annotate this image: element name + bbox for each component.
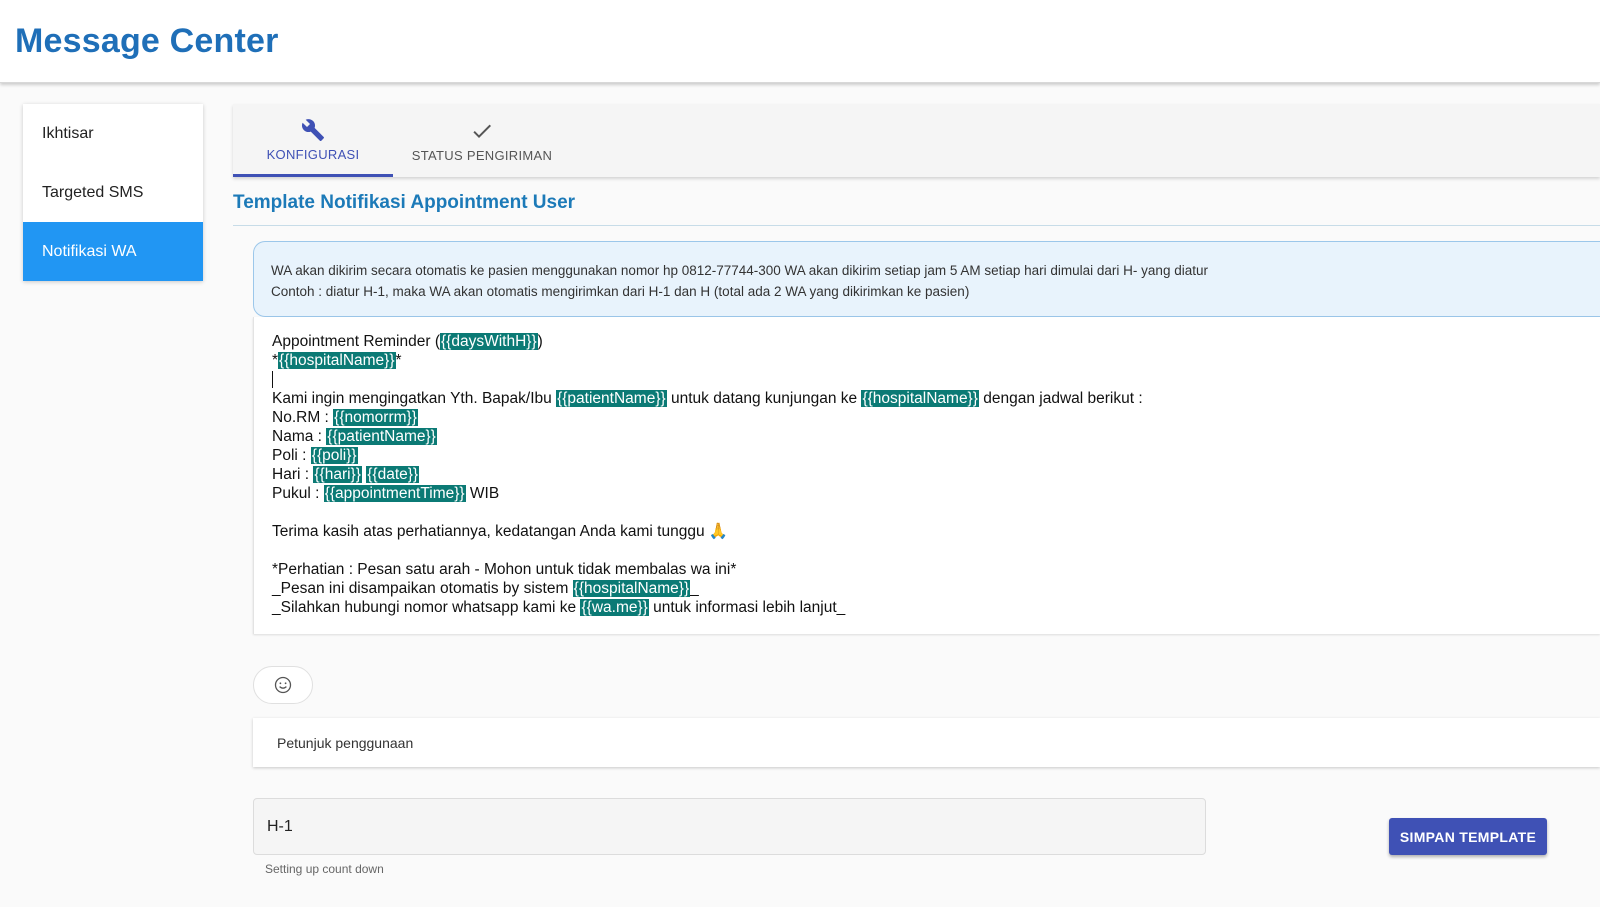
main-content: KONFIGURASI STATUS PENGIRIMAN Template N… (233, 104, 1600, 907)
template-token: {{patientName}} (326, 428, 437, 445)
template-token: {{patientName}} (556, 390, 667, 407)
template-token: {{hari}} (313, 466, 362, 483)
usage-guide-label: Petunjuk penggunaan (277, 734, 414, 751)
template-line: _Silahkan hubungi nomor whatsapp kami ke… (272, 599, 846, 616)
page-title: Message Center (15, 22, 279, 60)
template-line: Appointment Reminder ({{daysWithH}}) (272, 333, 543, 350)
template-blank-line (272, 541, 1600, 560)
template-line-caret (272, 370, 1600, 389)
info-line-2: Contoh : diatur H-1, maka WA akan otomat… (271, 284, 970, 299)
template-token: {{hospitalName}} (572, 580, 691, 597)
template-token: {{daysWithH}} (440, 333, 538, 350)
template-line: *Perhatian : Pesan satu arah - Mohon unt… (272, 561, 737, 578)
template-token: {{wa.me}} (580, 599, 649, 616)
tab-status-pengiriman-label: STATUS PENGIRIMAN (411, 148, 553, 163)
template-line: Terima kasih atas perhatiannya, kedatang… (272, 523, 729, 540)
emoji-picker-button[interactable] (253, 666, 313, 704)
smiley-icon (274, 676, 292, 694)
sidebar-item-ikhtisar[interactable]: Ikhtisar (23, 104, 203, 163)
sidebar-item-targeted-sms[interactable]: Targeted SMS (23, 163, 203, 222)
text-caret (272, 371, 273, 389)
template-line: *{{hospitalName}}* (272, 352, 402, 369)
template-editor[interactable]: Appointment Reminder ({{daysWithH}}) *{{… (253, 317, 1600, 634)
sidebar-item-notifikasi-wa[interactable]: Notifikasi WA (23, 222, 203, 281)
template-line: _Pesan ini disampaikan otomatis by siste… (272, 580, 699, 597)
template-token: {{nomorrm}} (333, 409, 418, 426)
template-line: Pukul : {{appointmentTime}} WIB (272, 485, 500, 502)
section-divider (233, 225, 1600, 226)
usage-guide-panel[interactable]: Petunjuk penggunaan (253, 718, 1600, 767)
template-line: Nama : {{patientName}} (272, 428, 437, 445)
wrench-icon (301, 117, 325, 143)
app-header: Message Center (0, 0, 1600, 83)
countdown-hint: Setting up count down (265, 862, 384, 876)
template-line: Poli : {{poli}} (272, 447, 358, 464)
tab-konfigurasi-label: KONFIGURASI (266, 146, 360, 162)
info-box: WA akan dikirim secara otomatis ke pasie… (253, 241, 1600, 317)
check-icon (470, 118, 494, 144)
template-line: No.RM : {{nomorrm}} (272, 409, 418, 426)
template-token: {{poli}} (310, 447, 358, 464)
template-token: {{hospitalName}} (861, 390, 979, 407)
template-line: Hari : {{hari}} {{date}} (272, 466, 420, 483)
template-token: {{appointmentTime}} (323, 485, 466, 502)
section-title: Template Notifikasi Appointment User (233, 192, 576, 213)
template-line: Kami ingin mengingatkan Yth. Bapak/Ibu {… (272, 390, 1143, 407)
countdown-value: H-1 (267, 817, 293, 835)
tab-status-pengiriman[interactable]: STATUS PENGIRIMAN (393, 104, 571, 177)
tab-bar: KONFIGURASI STATUS PENGIRIMAN (233, 104, 1600, 177)
sidebar: Ikhtisar Targeted SMS Notifikasi WA (23, 104, 203, 281)
template-blank-line (272, 503, 1600, 522)
template-token: {{date}} (366, 466, 420, 483)
template-token: {{hospitalName}} (278, 352, 396, 369)
tab-konfigurasi[interactable]: KONFIGURASI (233, 104, 393, 177)
save-template-button[interactable]: SIMPAN TEMPLATE (1389, 818, 1547, 855)
info-line-1: WA akan dikirim secara otomatis ke pasie… (271, 263, 1208, 278)
countdown-input[interactable]: H-1 (253, 798, 1206, 855)
